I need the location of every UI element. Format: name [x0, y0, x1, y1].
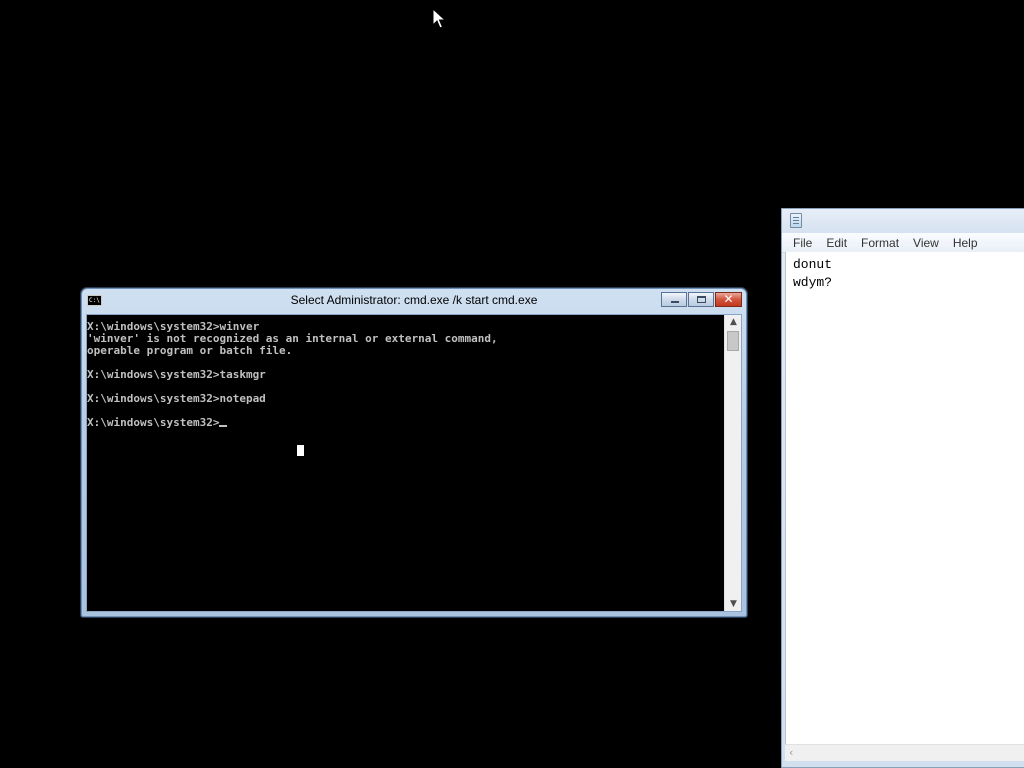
minimize-icon: [671, 301, 679, 303]
menu-edit[interactable]: Edit: [819, 236, 854, 250]
maximize-icon: [697, 296, 706, 303]
scroll-left-arrow-icon[interactable]: ‹: [789, 746, 793, 759]
scroll-down-arrow-icon[interactable]: ▼: [725, 597, 742, 611]
close-icon: ✕: [723, 292, 734, 306]
notepad-text-area[interactable]: donut wdym?: [785, 252, 1024, 744]
console-line: X:\windows\system32>taskmgr: [87, 368, 266, 381]
cmd-window[interactable]: C:\ Select Administrator: cmd.exe /k sta…: [81, 288, 747, 617]
console-caret: [219, 425, 228, 427]
notepad-menubar: File Edit Format View Help: [782, 233, 1024, 253]
console-area[interactable]: X:\windows\system32>winver 'winver' is n…: [86, 314, 742, 612]
console-line: X:\windows\system32>notepad: [87, 392, 266, 405]
cmd-window-title: Select Administrator: cmd.exe /k start c…: [290, 293, 538, 307]
notepad-window[interactable]: File Edit Format View Help donut wdym? ‹: [781, 208, 1024, 768]
menu-view[interactable]: View: [906, 236, 946, 250]
notepad-content: donut wdym?: [793, 257, 833, 290]
console-text: X:\windows\system32>winver 'winver' is n…: [87, 315, 725, 429]
close-button[interactable]: ✕: [715, 292, 742, 307]
console-vertical-scrollbar[interactable]: ▲ ▼: [724, 315, 741, 611]
notepad-titlebar[interactable]: [782, 209, 1024, 233]
cmd-titlebar[interactable]: C:\ Select Administrator: cmd.exe /k sta…: [82, 289, 746, 313]
caption-buttons: ✕: [661, 292, 742, 308]
console-line: X:\windows\system32>: [87, 416, 220, 429]
text-cursor-block: [297, 445, 304, 456]
menu-file[interactable]: File: [786, 236, 819, 250]
minimize-button[interactable]: [661, 292, 687, 307]
notepad-horizontal-scrollbar[interactable]: ‹: [785, 744, 1024, 761]
maximize-button[interactable]: [688, 292, 714, 307]
mouse-pointer-icon: [432, 8, 446, 29]
scroll-up-arrow-icon[interactable]: ▲: [725, 315, 742, 329]
menu-format[interactable]: Format: [854, 236, 906, 250]
console-output[interactable]: X:\windows\system32>winver 'winver' is n…: [87, 315, 725, 611]
console-line: operable program or batch file.: [87, 344, 293, 357]
scrollbar-thumb[interactable]: [727, 331, 739, 351]
notepad-icon[interactable]: [790, 213, 802, 228]
menu-help[interactable]: Help: [946, 236, 985, 250]
